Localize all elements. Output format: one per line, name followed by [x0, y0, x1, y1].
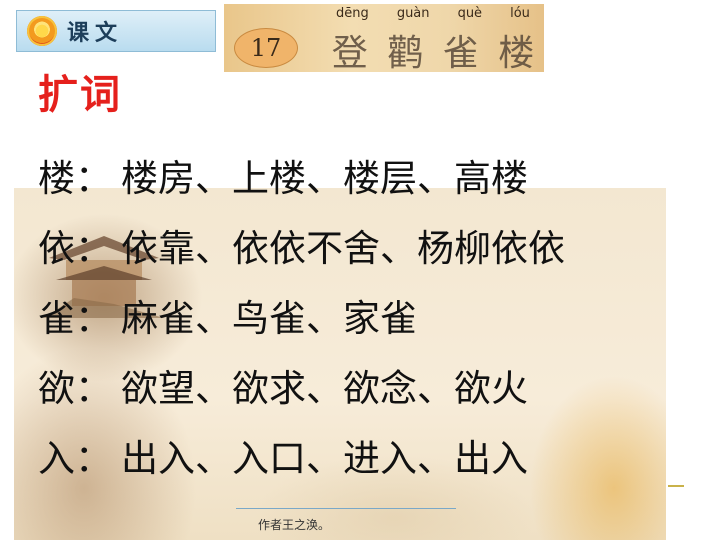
pinyin-syllable: lóu: [510, 6, 530, 21]
colon: ：: [75, 157, 112, 200]
lesson-title-char: 雀: [442, 33, 479, 72]
colon: ：: [75, 367, 112, 410]
word-expansions: 依靠、依依不舍、杨柳依依: [121, 227, 565, 270]
pinyin-syllable: què: [457, 6, 483, 21]
lesson-title-char: 登: [331, 33, 368, 72]
lesson-title: 登 鹳 雀 楼: [322, 24, 544, 72]
word-expansions: 出入、入口、进入、出入: [121, 437, 528, 480]
head-character: 欲: [38, 367, 75, 410]
pinyin-syllable: guàn: [396, 6, 430, 21]
head-character: 雀: [38, 297, 75, 340]
colon: ：: [75, 297, 112, 340]
word-list: 楼：楼房、上楼、楼层、高楼 依：依靠、依依不舍、杨柳依依 雀：麻雀、鸟雀、家雀 …: [38, 140, 708, 490]
lesson-title-char: 楼: [498, 33, 535, 72]
word-row: 雀：麻雀、鸟雀、家雀: [38, 280, 708, 350]
lesson-banner: 17 dēng guàn què lóu 登 鹳 雀 楼: [224, 4, 544, 72]
caption-divider: [236, 508, 456, 509]
colon: ：: [75, 227, 112, 270]
colon: ：: [75, 437, 112, 480]
word-row: 依：依靠、依依不舍、杨柳依依: [38, 210, 708, 280]
head-character: 楼: [38, 157, 75, 200]
lesson-title-char: 鹳: [387, 33, 424, 72]
head-character: 依: [38, 227, 75, 270]
lesson-tab: 课文: [16, 10, 216, 52]
word-row: 楼：楼房、上楼、楼层、高楼: [38, 140, 708, 210]
head-character: 入: [38, 437, 75, 480]
image-caption: 作者王之涣。: [258, 518, 331, 532]
word-row: 入：出入、入口、进入、出入: [38, 420, 708, 490]
sunflower-icon: [27, 16, 57, 46]
tab-label: 课文: [67, 21, 124, 46]
lesson-number: 17: [234, 28, 298, 68]
section-title: 扩词: [38, 72, 122, 118]
pinyin-syllable: dēng: [336, 6, 369, 21]
lesson-title-pinyin: dēng guàn què lóu: [322, 6, 544, 21]
word-expansions: 楼房、上楼、楼层、高楼: [121, 157, 528, 200]
word-row: 欲：欲望、欲求、欲念、欲火: [38, 350, 708, 420]
word-expansions: 欲望、欲求、欲念、欲火: [121, 367, 528, 410]
word-expansions: 麻雀、鸟雀、家雀: [121, 297, 417, 340]
